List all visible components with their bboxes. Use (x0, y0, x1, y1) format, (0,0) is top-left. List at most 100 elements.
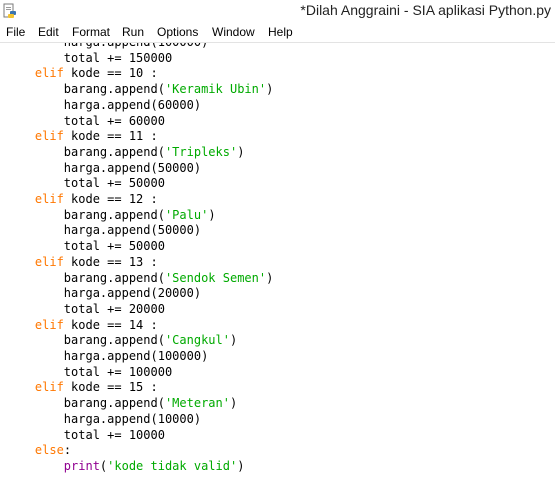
code-line[interactable]: total += 50000 (6, 238, 165, 254)
code-token: total += 20000 (63, 301, 165, 316)
code-line[interactable]: total += 20000 (6, 301, 165, 317)
code-token: barang.append( (63, 333, 165, 348)
code-line[interactable]: harga.append(20000) (6, 285, 201, 301)
keyword-token: elif (34, 66, 64, 81)
code-token: kode == 11 : (63, 129, 158, 144)
code-line[interactable]: elif kode == 11 : (6, 128, 158, 144)
string-token: 'Cangkul' (164, 333, 230, 348)
code-token: kode == 15 : (63, 380, 158, 395)
code-token: total += 50000 (63, 176, 165, 191)
code-token: ) (237, 458, 245, 473)
menu-help[interactable]: Help (268, 25, 293, 39)
code-token: total += 10000 (63, 427, 165, 442)
code-token: harga.append(100000) (64, 43, 209, 49)
code-line[interactable]: harga.append(100000) (6, 348, 209, 364)
code-token: kode == 13 : (63, 254, 158, 269)
code-token: ) (208, 207, 216, 222)
code-token: harga.append(100000) (63, 349, 209, 363)
code-token: harga.append(50000) (63, 160, 202, 175)
code-line[interactable]: barang.append('Keramik Ubin') (6, 81, 274, 97)
code-line[interactable]: harga.append(50000) (6, 222, 201, 238)
code-token: total += 150000 (63, 50, 173, 65)
code-line[interactable]: barang.append('Cangkul') (6, 332, 237, 348)
code-line[interactable]: total += 50000 (6, 175, 165, 191)
code-token: ) (229, 396, 238, 411)
builtin-token: print (63, 458, 100, 473)
string-token: 'Palu' (164, 207, 209, 222)
code-token: ) (266, 82, 274, 97)
keyword-token: elif (34, 192, 64, 206)
python-idle-icon[interactable] (2, 3, 18, 19)
code-token: harga.append(60000) (63, 97, 202, 112)
code-line[interactable]: harga.append(10000) (6, 411, 201, 427)
code-line[interactable]: else: (6, 442, 71, 458)
keyword-token: else (34, 443, 64, 458)
code-line[interactable]: total += 150000 (6, 50, 172, 66)
code-line[interactable]: total += 100000 (6, 364, 172, 380)
title-bar: *Dilah Anggraini - SIA aplikasi Python.p… (0, 0, 555, 22)
code-line[interactable]: barang.append('Palu') (6, 207, 216, 223)
code-token: ) (266, 270, 274, 285)
menu-window[interactable]: Window (212, 25, 255, 39)
code-line[interactable]: print('kode tidak valid') (6, 458, 245, 474)
menu-bar: File Edit Format Run Options Window Help (0, 22, 555, 43)
code-line[interactable]: elif kode == 13 : (6, 254, 158, 270)
code-token: ) (237, 144, 245, 159)
keyword-token: elif (34, 254, 64, 269)
code-token: harga.append(20000) (63, 286, 202, 301)
code-token: barang.append( (63, 207, 165, 222)
menu-run[interactable]: Run (122, 25, 144, 39)
code-line[interactable]: elif kode == 15 : (6, 379, 158, 395)
code-line[interactable]: elif kode == 12 : (6, 191, 158, 207)
string-token: 'Keramik Ubin' (164, 82, 267, 97)
code-token: total += 60000 (63, 113, 165, 128)
code-line[interactable]: elif kode == 10 : (6, 65, 158, 81)
string-token: 'Meteran' (164, 396, 230, 411)
code-token: total += 50000 (63, 239, 165, 254)
code-token: total += 100000 (63, 364, 173, 379)
menu-edit[interactable]: Edit (38, 25, 59, 39)
keyword-token: elif (34, 380, 64, 395)
window-title: *Dilah Anggraini - SIA aplikasi Python.p… (300, 2, 551, 18)
menu-format[interactable]: Format (72, 25, 110, 39)
code-line[interactable]: harga.append(50000) (6, 160, 201, 176)
code-token: kode == 10 : (63, 66, 158, 81)
code-line[interactable]: harga.append(60000) (6, 97, 201, 113)
code-token: barang.append( (63, 144, 165, 159)
string-token: 'Tripleks' (164, 144, 238, 159)
code-line[interactable]: total += 60000 (6, 113, 165, 129)
code-line[interactable]: barang.append('Tripleks') (6, 144, 245, 160)
code-line[interactable]: total += 10000 (6, 427, 165, 443)
code-editor[interactable]: harga.append(100000) total += 150000 eli… (0, 43, 555, 485)
code-token: harga.append(50000) (63, 223, 202, 238)
menu-file[interactable]: File (6, 25, 25, 39)
code-line[interactable]: barang.append('Meteran') (6, 395, 237, 411)
code-line[interactable]: barang.append('Sendok Semen') (6, 270, 274, 286)
code-token: : (63, 443, 72, 458)
menu-options[interactable]: Options (157, 25, 198, 39)
code-line[interactable]: elif kode == 14 : (6, 317, 158, 333)
code-token: barang.append( (63, 396, 165, 411)
